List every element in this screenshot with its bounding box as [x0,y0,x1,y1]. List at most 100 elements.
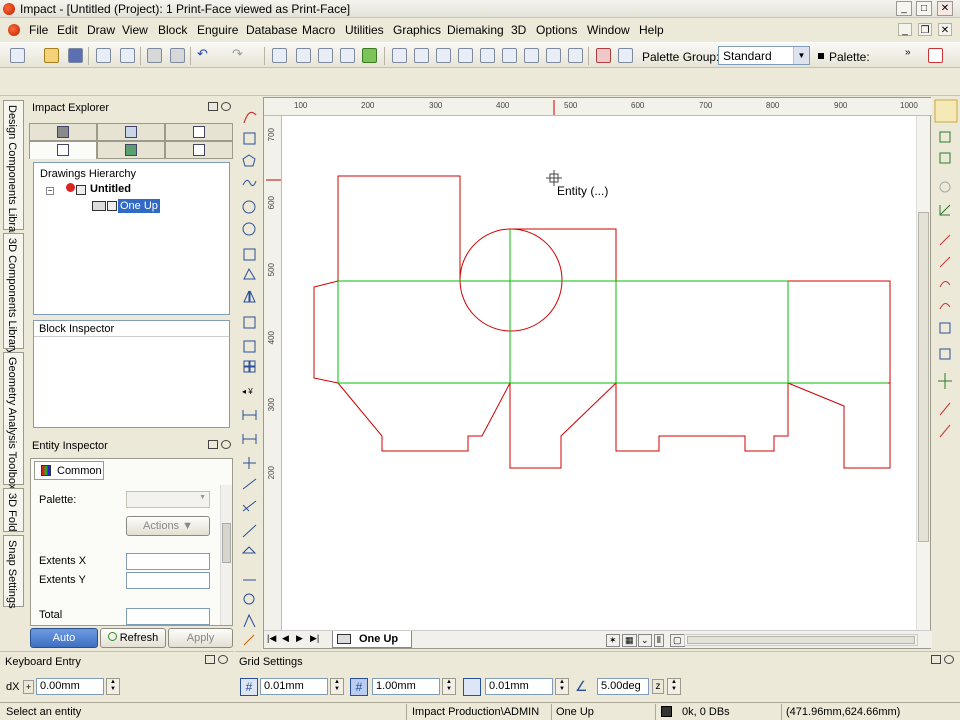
explorer-tab-list[interactable] [97,123,165,141]
grid-toggle-icon[interactable]: ▦ [622,634,637,647]
zoom-icon[interactable] [436,48,451,63]
sheet-nav-next-icon[interactable]: ▶ [296,633,303,644]
save-icon[interactable] [68,48,83,63]
open-folder-icon[interactable] [44,48,59,63]
zoom-window-icon[interactable] [502,48,517,63]
layer-icon[interactable] [318,48,333,63]
triangle-tool-icon[interactable] [243,267,256,280]
layer-green-icon[interactable] [939,131,951,143]
block-icon[interactable] [296,48,311,63]
dx-spinner[interactable]: ▲ ▼ [106,678,120,695]
auto-button[interactable]: Auto [30,628,98,648]
float-icon[interactable] [205,655,215,664]
tab-3d-components-library[interactable]: 3D Components Library [3,233,24,354]
layers-toggle-icon[interactable]: ⫴ [654,634,664,647]
menu-3d[interactable]: 3D [511,23,526,37]
angle-input[interactable]: 5.00deg [597,678,649,695]
menu-block[interactable]: Block [158,23,187,37]
vertical-scrollbar[interactable] [916,116,930,630]
pencil-red-icon[interactable] [939,402,951,416]
mdi-minimize-button[interactable]: _ [898,23,912,36]
dimension-baseline-icon[interactable] [243,457,256,469]
arc-fillet-icon[interactable] [939,281,951,288]
float-icon[interactable] [208,102,218,111]
pan-icon[interactable] [546,48,561,63]
properties-icon[interactable] [618,48,633,63]
offset-tool-icon[interactable] [243,248,256,261]
line-tool-icon[interactable] [939,234,951,246]
drawing-canvas[interactable]: 100 200 300 400 500 600 700 800 900 1000… [263,97,932,649]
array-tool-icon[interactable] [243,360,250,367]
trim-region-icon[interactable] [939,322,951,334]
angle-tool-icon[interactable] [939,204,951,216]
snap-box-icon[interactable] [463,678,481,696]
print-icon[interactable] [147,48,162,63]
menu-edit[interactable]: Edit [57,23,78,37]
menu-options[interactable]: Options [536,23,577,37]
pin-icon[interactable] [221,440,231,449]
menu-database[interactable]: Database [246,23,297,37]
curve-tool-icon[interactable] [242,179,257,187]
dimension-aligned-icon[interactable] [242,478,257,490]
explorer-tab-hierarchy[interactable] [29,141,97,159]
dimension-angle-icon[interactable] [242,500,257,512]
zoom-prev-icon[interactable]: ⌄ [638,634,652,647]
tab-design-components-library[interactable]: Design Components Library [3,100,24,241]
pencil-tool-icon[interactable] [243,634,255,646]
explorer-tab-search[interactable] [165,141,233,159]
arc-tool-icon[interactable] [243,111,257,124]
apply-button[interactable]: Apply [168,628,233,648]
horizontal-scrollbar[interactable] [684,634,918,646]
menu-macro[interactable]: Macro [302,23,335,37]
menu-help[interactable]: Help [639,23,664,37]
pin-icon[interactable] [944,655,954,664]
text-arc-icon[interactable] [243,613,256,628]
extents-x-field[interactable] [126,553,210,570]
leader-tool-icon[interactable] [242,524,257,538]
line-parallel-icon[interactable] [939,256,951,268]
explorer-tab-folder[interactable] [29,123,97,141]
view3d-icon[interactable] [340,48,355,63]
tab-geometry-analysis-toolbox[interactable]: Geometry Analysis Toolbox [3,352,24,489]
tree-node-one-up[interactable]: One Up [118,199,160,213]
tree-node-untitled[interactable]: Untitled [90,183,131,195]
menu-enguire[interactable]: Enguire [197,23,238,37]
snap-distance-spinner[interactable]: ▲ ▼ [555,678,569,695]
mdi-close-button[interactable]: ✕ [938,23,952,36]
maximize-button[interactable]: □ [916,1,932,16]
cube-icon[interactable] [362,48,377,63]
redo-icon[interactable]: ↷ [232,46,247,61]
inspector-scrollbar[interactable] [220,485,232,625]
grid-major-icon[interactable]: # [350,678,368,696]
document-icon[interactable] [8,24,20,36]
hint-bulb-icon[interactable] [934,99,958,123]
close-button[interactable]: ✕ [937,1,953,16]
node-icon[interactable] [414,48,429,63]
total-field[interactable] [126,608,210,625]
crease-lines[interactable] [337,229,888,384]
grid-major-spinner[interactable]: ▲ ▼ [442,678,456,695]
palette-select[interactable]: ▼ [126,491,210,508]
angle-spinner[interactable]: ▲ ▼ [667,678,681,695]
pin-icon[interactable] [221,102,231,111]
plot-icon[interactable] [170,48,185,63]
toolbar-overflow-icon[interactable]: » [905,47,911,58]
zoom-out-icon[interactable] [480,48,495,63]
grid-spacing-input[interactable]: 0.01mm [260,678,328,695]
menu-window[interactable]: Window [587,23,630,37]
new-file-icon[interactable] [10,48,25,63]
polygon-tool-icon[interactable] [242,154,256,167]
dx-toggle-icon[interactable]: + [23,680,34,694]
grid-spacing-icon[interactable]: # [240,678,258,696]
float-icon[interactable] [208,440,218,449]
copy-icon[interactable] [272,48,287,63]
extend-icon[interactable] [939,348,951,360]
centre-mark-icon[interactable] [243,593,255,605]
menu-draw[interactable]: Draw [87,23,115,37]
circle-3pt-tool-icon[interactable] [242,200,256,214]
collapse-icon[interactable]: − [46,187,54,195]
angle-icon[interactable]: ∠ [575,678,588,695]
circle-tool-icon[interactable] [242,222,256,236]
disabled-tool-icon[interactable] [939,181,951,193]
pin-icon[interactable] [218,655,228,664]
